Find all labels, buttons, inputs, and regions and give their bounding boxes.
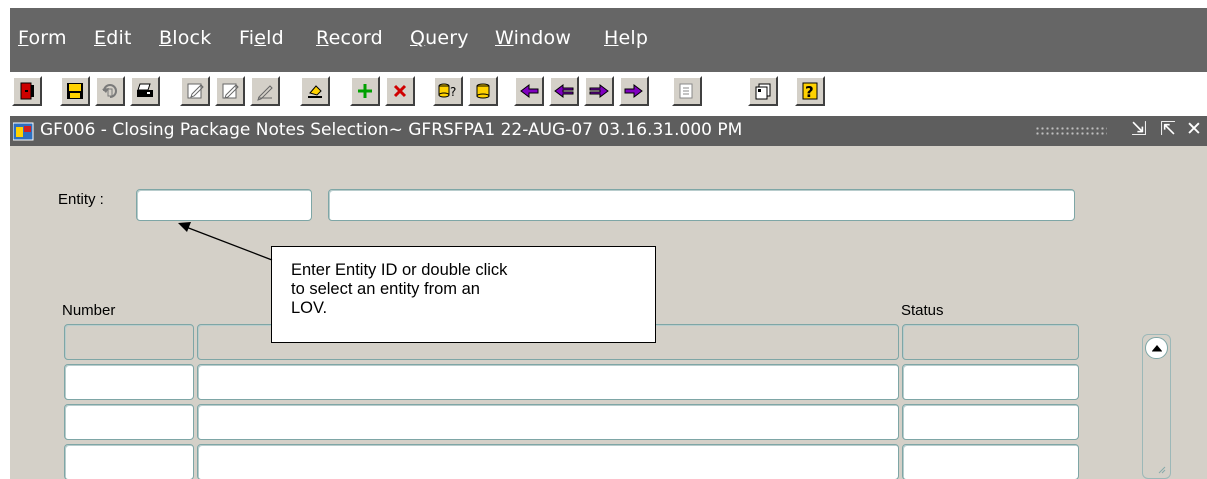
application-window: Form Edit Block Field Record Query Windo… (10, 8, 1207, 479)
callout-arrow (178, 222, 273, 261)
